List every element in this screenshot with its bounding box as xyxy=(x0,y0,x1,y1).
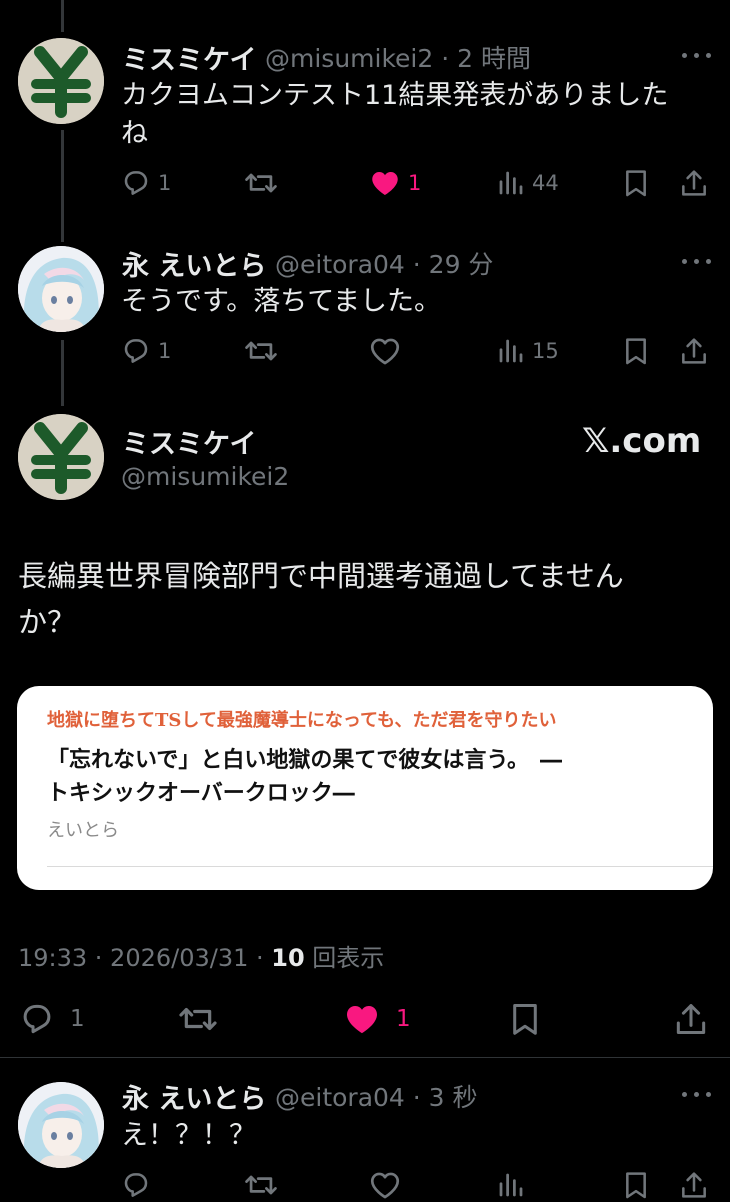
views-label: 回表示 xyxy=(304,944,385,972)
retweet-button[interactable] xyxy=(244,166,278,200)
share-button[interactable] xyxy=(678,166,710,200)
card-divider xyxy=(47,866,713,867)
bookmark-button[interactable] xyxy=(620,166,652,200)
retweet-button[interactable] xyxy=(244,334,278,368)
like-count: 1 xyxy=(408,171,422,195)
bookmark-button[interactable] xyxy=(506,1000,544,1038)
reply-button[interactable]: 1 xyxy=(120,334,171,368)
bookmark-icon xyxy=(620,1169,652,1201)
like-button[interactable]: 1 xyxy=(368,166,421,200)
author-name[interactable]: 永 えいとら xyxy=(122,244,266,283)
bookmark-button[interactable] xyxy=(620,1168,652,1202)
tweet-timestamp[interactable]: 19:33 · 2026/03/31 · 10 回表示 xyxy=(18,938,384,973)
views-button[interactable] xyxy=(496,1168,526,1202)
author-handle[interactable]: @misumikei2 xyxy=(121,462,289,491)
reply-icon xyxy=(120,1169,152,1201)
tweet-text-line1: 長編異世界冒険部門で中間選考通過してません xyxy=(18,559,624,593)
yen-avatar-image xyxy=(18,38,104,124)
heart-icon xyxy=(342,999,382,1039)
reply-count: 1 xyxy=(70,1006,85,1032)
reply-count: 1 xyxy=(158,171,172,195)
card-title-line1: 「忘れないで」と白い地獄の果てで彼女は言う。 ― xyxy=(47,748,563,773)
avatar-misumikei[interactable] xyxy=(18,38,104,124)
card-author: えいとら xyxy=(47,820,119,841)
tweet-text: え！？！？ xyxy=(121,1120,256,1151)
views-button[interactable]: 44 xyxy=(496,166,559,200)
reply-icon xyxy=(120,167,152,199)
author-name[interactable]: ミスミケイ xyxy=(122,38,256,77)
reply-button[interactable] xyxy=(120,1168,152,1202)
retweet-icon xyxy=(178,999,218,1039)
share-button[interactable] xyxy=(672,1000,710,1038)
share-button[interactable] xyxy=(678,334,710,368)
reply-count: 1 xyxy=(158,339,172,363)
share-icon xyxy=(678,167,710,199)
tweet-text-line1: カクヨムコンテスト11結果発表がありました xyxy=(121,80,669,111)
tweet-text: そうです。落ちてました。 xyxy=(121,286,441,317)
share-icon xyxy=(678,1169,710,1201)
thread-line-1 xyxy=(61,130,64,242)
handle-time[interactable]: @eitora04 · 29 分 xyxy=(275,245,493,281)
more-icon[interactable] xyxy=(682,258,712,266)
share-icon xyxy=(678,335,710,367)
girl-avatar-image xyxy=(18,1082,104,1168)
tweet-text-line2: か？ xyxy=(18,605,77,639)
heart-icon xyxy=(368,334,402,368)
retweet-button[interactable] xyxy=(178,1000,218,1038)
like-button[interactable] xyxy=(368,334,402,368)
yen-avatar-image xyxy=(18,414,104,500)
divider xyxy=(0,1057,730,1058)
bookmark-icon xyxy=(620,335,652,367)
bookmark-icon xyxy=(620,167,652,199)
more-icon[interactable] xyxy=(682,52,712,60)
retweet-icon xyxy=(244,166,278,200)
reply-icon xyxy=(120,335,152,367)
views-button[interactable]: 15 xyxy=(496,334,559,368)
bookmark-button[interactable] xyxy=(620,334,652,368)
thread-line-top xyxy=(61,0,64,32)
avatar-misumikei[interactable] xyxy=(18,414,104,500)
views-number: 10 xyxy=(271,944,305,972)
reply-button[interactable]: 1 xyxy=(18,1000,85,1038)
x-com-brand: 𝕏.com xyxy=(582,421,702,461)
girl-avatar-image xyxy=(18,246,104,332)
heart-icon xyxy=(368,1168,402,1202)
card-title-line2: トキシックオーバークロック― xyxy=(47,781,355,806)
views-icon xyxy=(496,1170,526,1200)
bookmark-icon xyxy=(506,1000,544,1038)
link-card[interactable]: 地獄に堕ちてTSして最強魔導士になっても、ただ君を守りたい 「忘れないで」と白い… xyxy=(17,686,713,890)
heart-icon xyxy=(368,166,402,200)
like-button[interactable] xyxy=(368,1168,402,1202)
author-name[interactable]: ミスミケイ xyxy=(122,422,256,461)
reply-icon xyxy=(18,1000,56,1038)
retweet-button[interactable] xyxy=(244,1168,278,1202)
more-icon[interactable] xyxy=(682,1091,712,1099)
view-count: 44 xyxy=(532,171,559,195)
card-headline: 地獄に堕ちてTSして最強魔導士になっても、ただ君を守りたい xyxy=(47,710,557,731)
view-count: 15 xyxy=(532,339,559,363)
reply-button[interactable]: 1 xyxy=(120,166,171,200)
views-icon xyxy=(496,336,526,366)
retweet-icon xyxy=(244,334,278,368)
tweet-text-line2: ね xyxy=(121,118,148,149)
handle-time[interactable]: @misumikei2 · 2 時間 xyxy=(265,39,531,75)
timestamp-text: 19:33 · 2026/03/31 · xyxy=(18,944,272,972)
avatar-eitora[interactable] xyxy=(18,1082,104,1168)
avatar-eitora[interactable] xyxy=(18,246,104,332)
views-icon xyxy=(496,168,526,198)
author-name[interactable]: 永 えいとら xyxy=(122,1077,266,1116)
share-button[interactable] xyxy=(678,1168,710,1202)
handle-time[interactable]: @eitora04 · 3 秒 xyxy=(275,1078,478,1114)
thread-line-2 xyxy=(61,340,64,406)
like-button[interactable]: 1 xyxy=(342,1000,411,1038)
share-icon xyxy=(672,1000,710,1038)
retweet-icon xyxy=(244,1168,278,1202)
like-count: 1 xyxy=(396,1006,411,1032)
